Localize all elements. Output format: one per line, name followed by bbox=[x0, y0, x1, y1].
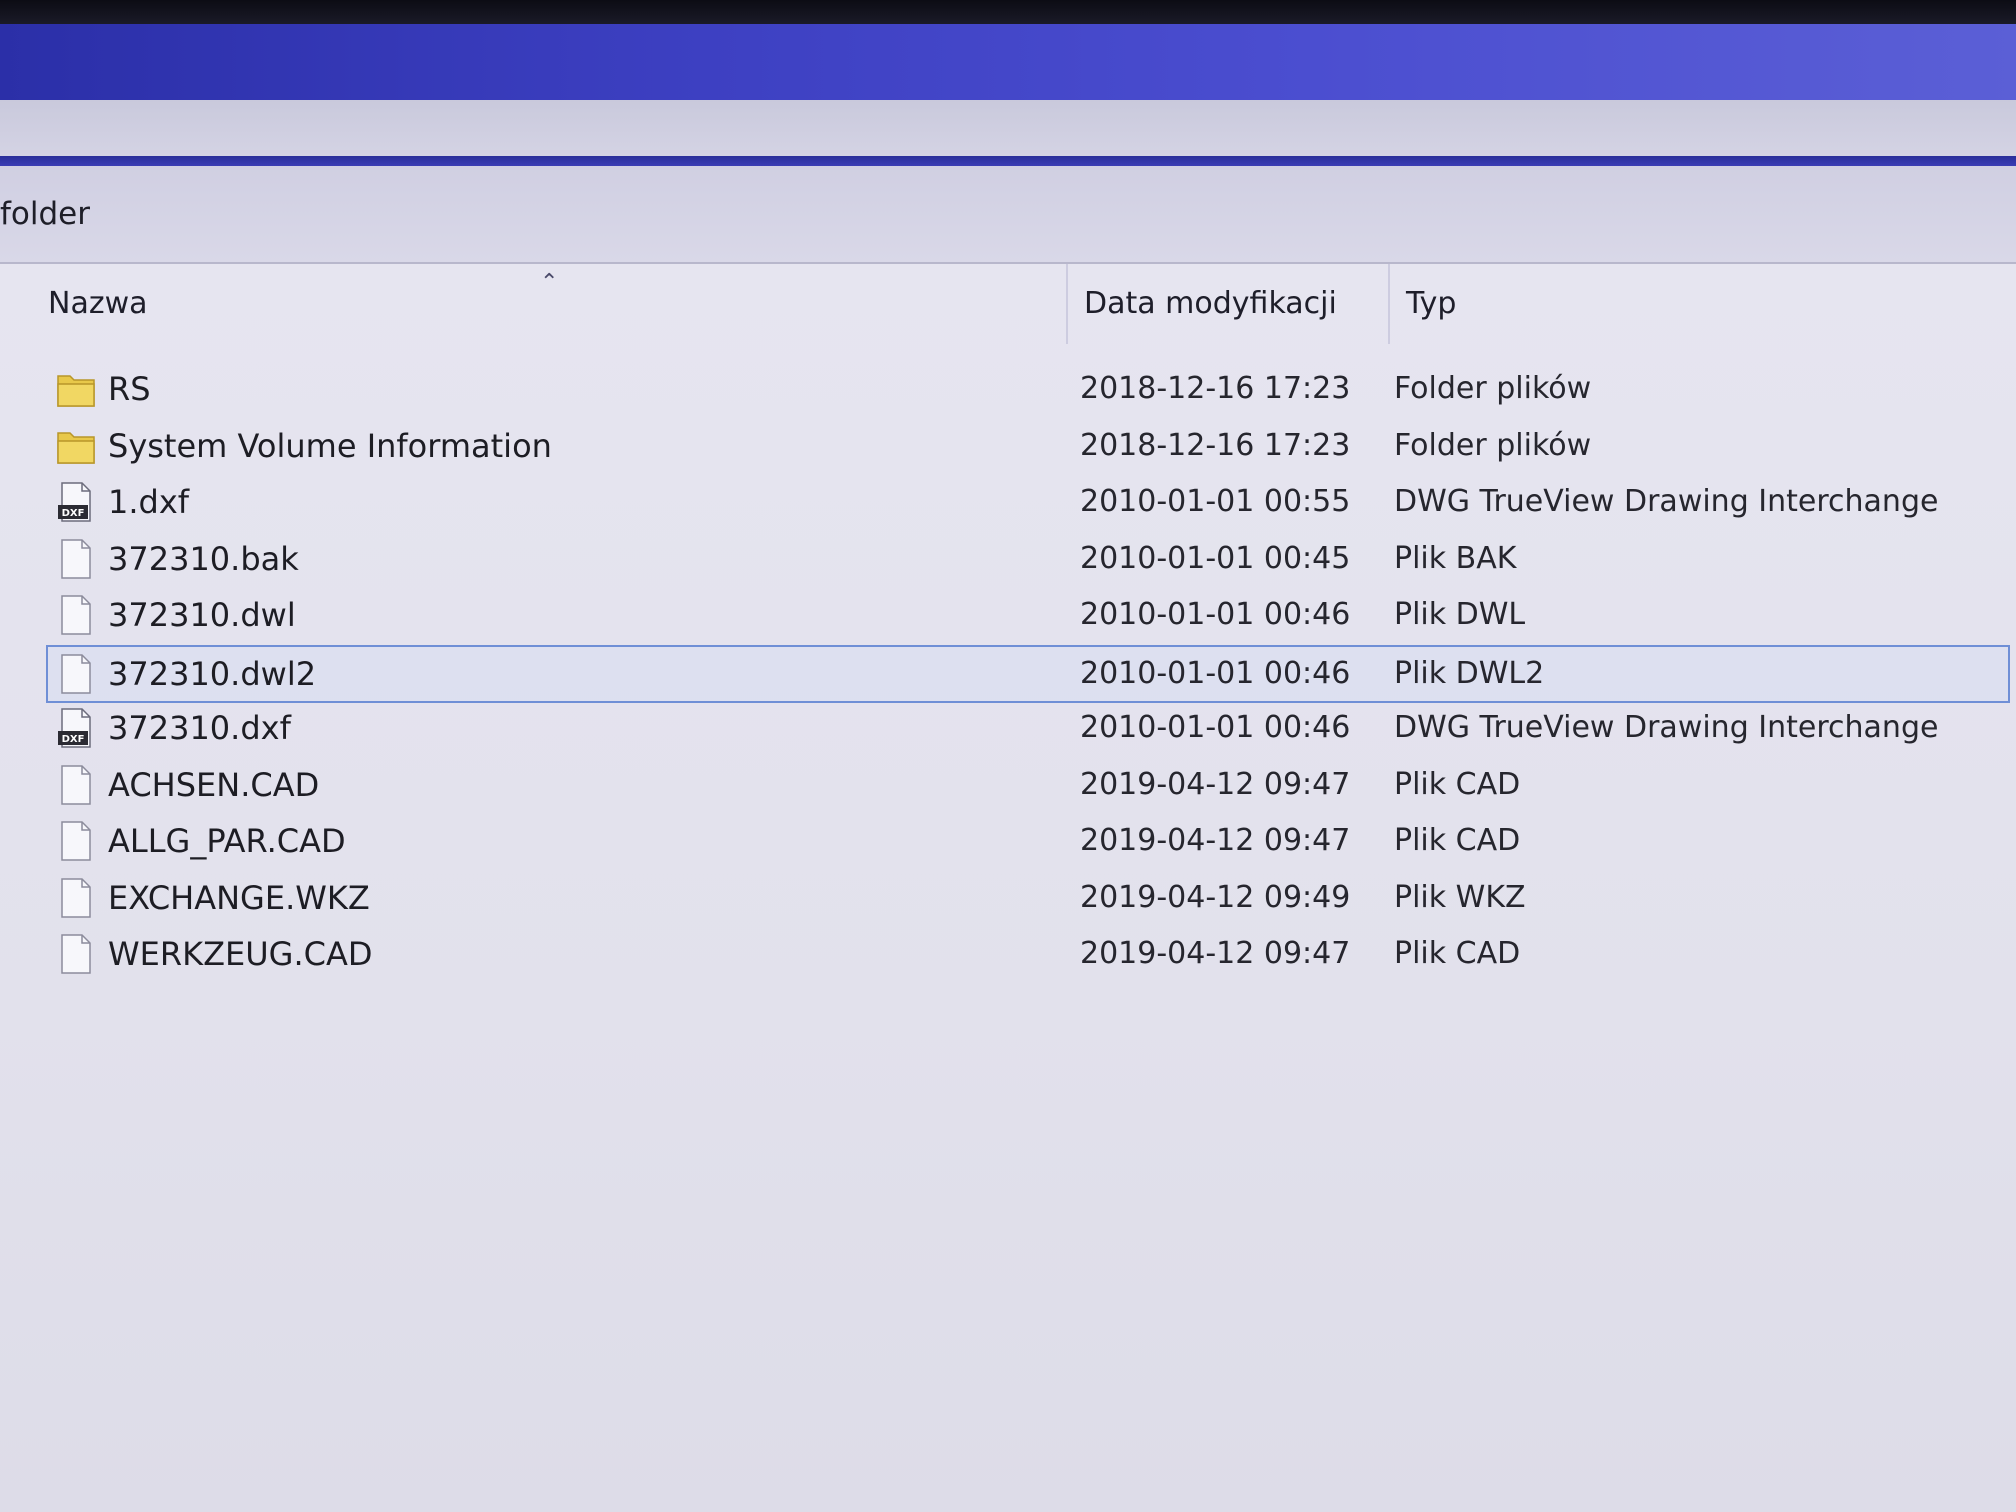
column-header-type-label: Typ bbox=[1406, 286, 1457, 321]
file-type: Plik CAD bbox=[1394, 936, 1521, 971]
file-row[interactable]: DXF 372310.dxf 2010-01-01 00:46 DWG TrueVi… bbox=[48, 701, 2008, 755]
file-type: Folder plików bbox=[1394, 427, 1592, 463]
file-icon bbox=[56, 594, 96, 636]
file-date-modified: 2018-12-16 17:23 bbox=[1080, 427, 1351, 463]
file-name: EXCHANGE.WKZ bbox=[108, 878, 370, 917]
dxf-file-icon: DXF bbox=[56, 481, 96, 523]
file-name: WERKZEUG.CAD bbox=[108, 935, 373, 973]
file-row[interactable]: System Volume Information 2018-12-16 17:2… bbox=[48, 419, 2008, 473]
sort-ascending-icon: ⌃ bbox=[540, 270, 559, 295]
file-icon bbox=[56, 538, 96, 580]
file-date-modified: 2019-04-12 09:47 bbox=[1080, 823, 1351, 858]
file-date-modified: 2010-01-01 00:55 bbox=[1080, 484, 1351, 519]
toolbar bbox=[0, 100, 2016, 156]
file-icon bbox=[56, 933, 96, 975]
file-name: 372310.dwl bbox=[108, 596, 296, 634]
file-name: ALLG_PAR.CAD bbox=[108, 822, 346, 860]
svg-text:DXF: DXF bbox=[62, 508, 85, 519]
file-list-pane: Nazwa ⌃ Data modyfikacji Typ RS 2018-12-1… bbox=[0, 264, 2016, 1512]
file-name: 372310.dwl2 bbox=[108, 654, 317, 693]
file-name: System Volume Information bbox=[108, 426, 552, 465]
file-row[interactable]: ACHSEN.CAD 2019-04-12 09:47 Plik CAD bbox=[48, 758, 2008, 812]
file-row[interactable]: 372310.bak 2010-01-01 00:45 Plik BAK bbox=[48, 532, 2008, 586]
file-icon bbox=[56, 764, 96, 806]
file-row[interactable]: WERKZEUG.CAD 2019-04-12 09:47 Plik CAD bbox=[48, 927, 2008, 981]
file-name: ACHSEN.CAD bbox=[108, 765, 320, 804]
file-type: Plik DWL bbox=[1394, 597, 1526, 632]
file-date-modified: 2018-12-16 17:23 bbox=[1080, 371, 1351, 406]
file-type: Plik BAK bbox=[1394, 540, 1517, 576]
file-name: 372310.dxf bbox=[108, 709, 291, 747]
file-row[interactable]: DXF 1.dxf 2010-01-01 00:55 DWG TrueView Dr… bbox=[48, 475, 2008, 529]
file-name: 372310.bak bbox=[108, 539, 299, 578]
file-row[interactable]: ALLG_PAR.CAD 2019-04-12 09:47 Plik CAD bbox=[48, 814, 2008, 868]
column-header-name-label: Nazwa bbox=[48, 286, 148, 321]
svg-text:DXF: DXF bbox=[62, 734, 85, 745]
file-type: Plik DWL2 bbox=[1394, 655, 1545, 691]
file-icon bbox=[56, 877, 96, 919]
file-date-modified: 2010-01-01 00:45 bbox=[1080, 540, 1351, 576]
file-date-modified: 2010-01-01 00:46 bbox=[1080, 655, 1351, 691]
toolbar-divider bbox=[0, 156, 2016, 166]
file-date-modified: 2019-04-12 09:47 bbox=[1080, 936, 1351, 971]
address-bar[interactable]: folder bbox=[0, 166, 2016, 264]
dxf-file-icon: DXF bbox=[56, 707, 96, 749]
file-type: Plik CAD bbox=[1394, 766, 1521, 802]
file-row[interactable]: RS 2018-12-16 17:23 Folder plików bbox=[48, 362, 2008, 416]
file-date-modified: 2019-04-12 09:47 bbox=[1080, 766, 1351, 802]
file-type: Plik CAD bbox=[1394, 823, 1521, 858]
current-folder-label: folder bbox=[0, 196, 90, 232]
column-header-date[interactable]: Data modyfikacji bbox=[1066, 264, 1404, 344]
file-date-modified: 2010-01-01 00:46 bbox=[1080, 710, 1351, 745]
file-name: 1.dxf bbox=[108, 483, 190, 521]
file-row[interactable]: EXCHANGE.WKZ 2019-04-12 09:49 Plik WKZ bbox=[48, 871, 2008, 925]
column-header-date-label: Data modyfikacji bbox=[1084, 286, 1337, 321]
file-type: Plik WKZ bbox=[1394, 879, 1526, 915]
column-header-type[interactable]: Typ bbox=[1388, 264, 2006, 344]
folder-icon bbox=[56, 425, 96, 467]
file-type: Folder plików bbox=[1394, 371, 1592, 406]
window-title-bar[interactable] bbox=[0, 24, 2016, 100]
file-icon bbox=[56, 653, 96, 695]
file-date-modified: 2019-04-12 09:49 bbox=[1080, 879, 1351, 915]
screen-bezel bbox=[0, 0, 2016, 24]
file-type: DWG TrueView Drawing Interchange bbox=[1394, 710, 1939, 745]
file-name: RS bbox=[108, 370, 151, 408]
file-icon bbox=[56, 820, 96, 862]
file-date-modified: 2010-01-01 00:46 bbox=[1080, 597, 1351, 632]
file-type: DWG TrueView Drawing Interchange bbox=[1394, 484, 1939, 519]
file-row[interactable]: 372310.dwl2 2010-01-01 00:46 Plik DWL2 bbox=[46, 644, 2010, 703]
folder-icon bbox=[56, 368, 96, 410]
file-row[interactable]: 372310.dwl 2010-01-01 00:46 Plik DWL bbox=[48, 588, 2008, 642]
